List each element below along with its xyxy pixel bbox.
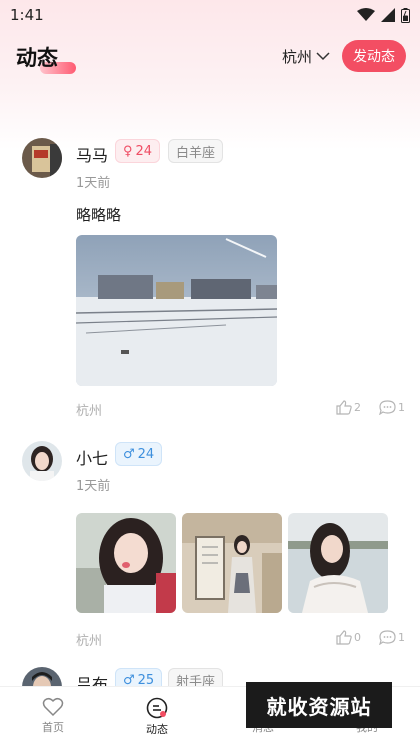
status-icons — [357, 7, 410, 23]
heart-icon — [42, 697, 64, 717]
age-value: 24 — [135, 143, 153, 159]
page-header: 动态 杭州 发动态 — [0, 38, 420, 78]
post-photo[interactable] — [288, 513, 388, 613]
watermark: 就收资源站 — [246, 682, 392, 728]
like-button[interactable]: 0 — [336, 630, 361, 645]
post-text: 略略略 — [76, 206, 122, 224]
avatar[interactable] — [22, 138, 62, 178]
battery-icon — [401, 7, 410, 23]
female-icon: ♀ — [123, 143, 133, 159]
tab-feed-label: 动态 — [146, 723, 168, 736]
post-time: 1天前 — [76, 479, 111, 494]
user-name[interactable]: 小七 — [76, 445, 108, 469]
status-time: 1:41 — [10, 6, 44, 24]
thumbs-up-icon — [336, 400, 352, 415]
comment-count: 1 — [398, 631, 405, 644]
signal-icon — [381, 8, 395, 22]
gender-age-badge: ♀ 24 — [115, 139, 161, 163]
post-button[interactable]: 发动态 — [342, 40, 406, 72]
page-title: 动态 — [16, 46, 58, 70]
city-selector-label: 杭州 — [282, 48, 313, 66]
like-count: 0 — [354, 631, 361, 644]
zodiac-badge: 白羊座 — [168, 139, 224, 163]
comment-icon — [379, 400, 396, 415]
post-photo[interactable] — [76, 513, 176, 613]
gender-age-badge: ♂ 24 — [115, 442, 163, 466]
city-selector[interactable]: 杭州 — [282, 46, 330, 67]
like-button[interactable]: 2 — [336, 400, 361, 415]
thumbs-up-icon — [336, 630, 352, 645]
like-count: 2 — [354, 401, 361, 414]
chevron-down-icon — [316, 52, 330, 61]
zodiac-label: 白羊座 — [176, 145, 216, 161]
post-city: 杭州 — [76, 634, 103, 649]
comment-icon — [379, 630, 396, 645]
post-photo[interactable] — [76, 235, 277, 386]
page-title-wrap: 动态 — [16, 42, 76, 74]
age-value: 24 — [137, 446, 155, 462]
post-city: 杭州 — [76, 404, 103, 419]
tab-home[interactable]: 首页 — [18, 697, 88, 735]
status-bar: 1:41 — [0, 0, 420, 30]
male-icon: ♂ — [123, 446, 135, 462]
post-time: 1天前 — [76, 176, 111, 191]
comment-button[interactable]: 1 — [379, 630, 405, 645]
feed-icon — [146, 697, 168, 719]
post-actions: 0 1 — [336, 630, 405, 645]
user-name[interactable]: 马马 — [76, 142, 108, 166]
avatar[interactable] — [22, 441, 62, 481]
tab-feed[interactable]: 动态 — [122, 697, 192, 737]
tab-home-label: 首页 — [42, 721, 64, 734]
post-photo[interactable] — [182, 513, 282, 613]
comment-count: 1 — [398, 401, 405, 414]
comment-button[interactable]: 1 — [379, 400, 405, 415]
wifi-icon — [357, 8, 375, 21]
post-actions: 2 1 — [336, 400, 405, 415]
